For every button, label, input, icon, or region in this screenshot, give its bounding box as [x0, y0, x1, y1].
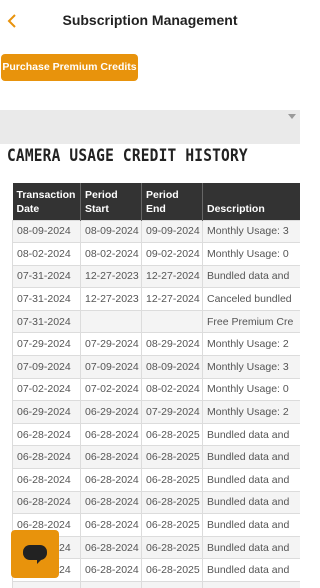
table-cell: Monthly Usage: 3 — [202, 219, 300, 244]
table-row: 06-28-202406-28-202406-28-2025Bundled da… — [12, 490, 300, 515]
table-cell: 12-27-2023 — [80, 264, 142, 289]
table-cell: 08-29-2024 — [141, 332, 203, 357]
scroll-down-arrow-icon[interactable] — [288, 114, 296, 119]
table-cell: 06-28-2024 — [80, 445, 142, 470]
column-header: Period Start — [80, 183, 142, 220]
chat-bubble-icon — [23, 545, 47, 560]
table-cell: 08-02-2024 — [80, 242, 142, 266]
table-cell: 06-28-2025 — [141, 513, 203, 537]
table-cell: 06-28-2025 — [141, 581, 203, 588]
table-cell: 07-02-2024 — [12, 377, 81, 402]
column-header: Description — [202, 183, 300, 220]
table-cell: 06-28-2024 — [12, 581, 81, 588]
table-cell: 06-29-2024 — [12, 400, 81, 424]
table-row: 07-29-2024 07-29-2024 08-29-2024 Monthly Us… — [12, 332, 300, 357]
table-cell: 08-09-2024 — [12, 219, 81, 244]
table-cell: 09-09-2024 — [141, 219, 203, 244]
table-row: 07-31-2024 Free Premium Cre — [12, 309, 300, 334]
table-cell: Monthly Usage: 2 — [202, 332, 300, 357]
table-cell — [80, 309, 142, 334]
table-cell: 06-28-2025 — [141, 445, 203, 470]
table-cell: 06-28-2024 — [80, 558, 142, 582]
table-cell: 06-28-2024 — [12, 422, 81, 447]
table-cell: Free Premium Cre — [202, 309, 300, 334]
table-cell: Bundled data and — [202, 445, 300, 470]
table-cell: 06-28-2024 — [80, 535, 142, 560]
table-cell: 07-29-2024 — [141, 400, 203, 424]
table-cell: 09-02-2024 — [141, 242, 203, 266]
table-row: 07-02-2024 07-02-2024 08-02-2024 Monthly Us… — [12, 377, 300, 402]
table-cell: 06-28-2025 — [141, 468, 203, 492]
table-cell: 07-29-2024 — [80, 332, 142, 357]
table-cell: 06-28-2025 — [141, 422, 203, 447]
column-header: Period End — [141, 183, 203, 220]
table-cell: 06-28-2025 — [141, 490, 203, 515]
table-cell: Bundled data and — [202, 422, 300, 447]
table-row: 07-31-2024 12-27-2023 12-27-2024 Bundled da… — [12, 264, 300, 289]
table-cell: Bundled data and — [202, 490, 300, 515]
table-cell: Monthly Usage: 2 — [202, 400, 300, 424]
table-cell: Bundled data and — [202, 513, 300, 537]
table-cell: 06-28-2024 — [80, 581, 142, 588]
table-cell: 06-28-2024 — [12, 468, 81, 492]
table-cell: 07-02-2024 — [80, 377, 142, 402]
table-cell: 08-02-2024 — [141, 377, 203, 402]
table-header: Transaction Date Period Start Period End De… — [12, 183, 300, 220]
table-cell: 06-28-2024 — [80, 490, 142, 515]
table-cell: 07-31-2024 — [12, 264, 81, 289]
table-row: 08-09-2024 08-09-2024 09-09-2024 Monthly Us… — [12, 219, 300, 244]
table-cell: Bundled data and — [202, 581, 300, 588]
table-cell: 12-27-2023 — [80, 287, 142, 311]
table-cell: 08-02-2024 — [12, 242, 81, 266]
table-cell: 07-09-2024 — [12, 355, 81, 379]
purchase-premium-credits-button[interactable]: Purchase Premium Credits — [1, 54, 138, 81]
page-title: Subscription Management — [62, 12, 238, 28]
table-cell: Bundled data and — [202, 468, 300, 492]
table-cell: 06-28-2025 — [141, 558, 203, 582]
table-row: 06-28-202406-28-202406-28-2025Bundled da… — [12, 581, 300, 588]
table-cell: 12-27-2024 — [141, 287, 203, 311]
credit-history-table-container[interactable]: Transaction Date Period Start Period End De… — [12, 183, 300, 588]
table-cell: 07-29-2024 — [12, 332, 81, 357]
table-row: 06-29-2024 06-29-2024 07-29-2024 Monthly Us… — [12, 400, 300, 424]
table-cell: Monthly Usage: 3 — [202, 355, 300, 379]
table-cell: 06-28-2024 — [80, 513, 142, 537]
table-cell: Monthly Usage: 0 — [202, 242, 300, 266]
credit-history-table: Transaction Date Period Start Period End De… — [12, 183, 300, 588]
table-row: 06-28-202406-28-202406-28-2025Bundled da… — [12, 468, 300, 492]
section-title: CAMERA USAGE CREDIT HISTORY — [7, 146, 248, 165]
table-cell — [141, 309, 203, 334]
table-row: 07-09-2024 07-09-2024 08-09-2024 Monthly Us… — [12, 355, 300, 379]
table-cell: 06-28-2024 — [12, 445, 81, 470]
chat-bubble-tail — [37, 558, 43, 564]
table-cell: 06-28-2024 — [80, 468, 142, 492]
table-row: 08-02-2024 08-02-2024 09-02-2024 Monthly Us… — [12, 242, 300, 266]
app-header: Subscription Management — [0, 0, 300, 44]
table-cell: 07-31-2024 — [12, 309, 81, 334]
table-cell: 07-09-2024 — [80, 355, 142, 379]
table-cell: 08-09-2024 — [141, 355, 203, 379]
table-row: 06-28-202406-28-202406-28-2025Bundled da… — [12, 422, 300, 447]
table-cell: Canceled bundled — [202, 287, 300, 311]
table-cell: 06-28-2025 — [141, 535, 203, 560]
table-cell: Bundled data and — [202, 264, 300, 289]
table-cell: 12-27-2024 — [141, 264, 203, 289]
chat-button[interactable] — [11, 530, 59, 578]
section-divider — [0, 110, 300, 144]
column-header: Transaction Date — [12, 183, 81, 220]
table-row: 06-28-202406-28-202406-28-2025Bundled da… — [12, 445, 300, 470]
table-cell: 08-09-2024 — [80, 219, 142, 244]
table-cell: 06-28-2024 — [80, 422, 142, 447]
table-cell: 07-31-2024 — [12, 287, 81, 311]
table-cell: Monthly Usage: 0 — [202, 377, 300, 402]
table-cell: Bundled data and — [202, 558, 300, 582]
table-cell: 06-29-2024 — [80, 400, 142, 424]
table-cell: 06-28-2024 — [12, 490, 81, 515]
table-cell: Bundled data and — [202, 535, 300, 560]
table-row: 07-31-2024 12-27-2023 12-27-2024 Canceled b… — [12, 287, 300, 311]
